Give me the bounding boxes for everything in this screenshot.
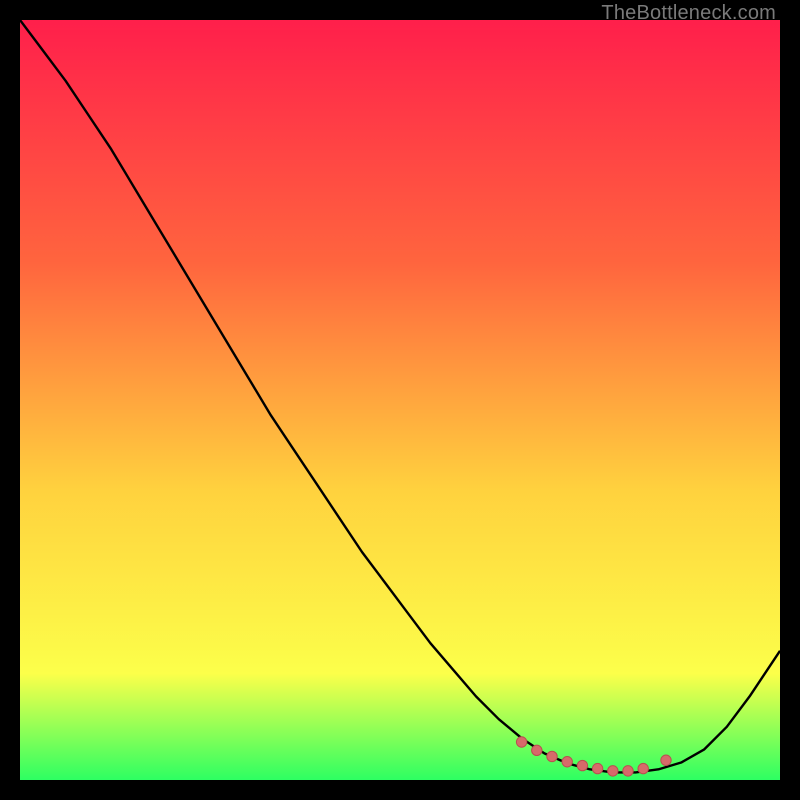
marker-point bbox=[562, 757, 572, 767]
chart-frame bbox=[20, 20, 780, 780]
marker-point bbox=[638, 763, 648, 773]
marker-point bbox=[532, 745, 542, 755]
marker-point bbox=[547, 751, 557, 761]
marker-point bbox=[592, 763, 602, 773]
marker-point bbox=[516, 737, 526, 747]
marker-point bbox=[577, 760, 587, 770]
gradient-background bbox=[20, 20, 780, 780]
bottleneck-chart bbox=[20, 20, 780, 780]
marker-point bbox=[661, 755, 671, 765]
marker-point bbox=[623, 766, 633, 776]
marker-point bbox=[608, 766, 618, 776]
